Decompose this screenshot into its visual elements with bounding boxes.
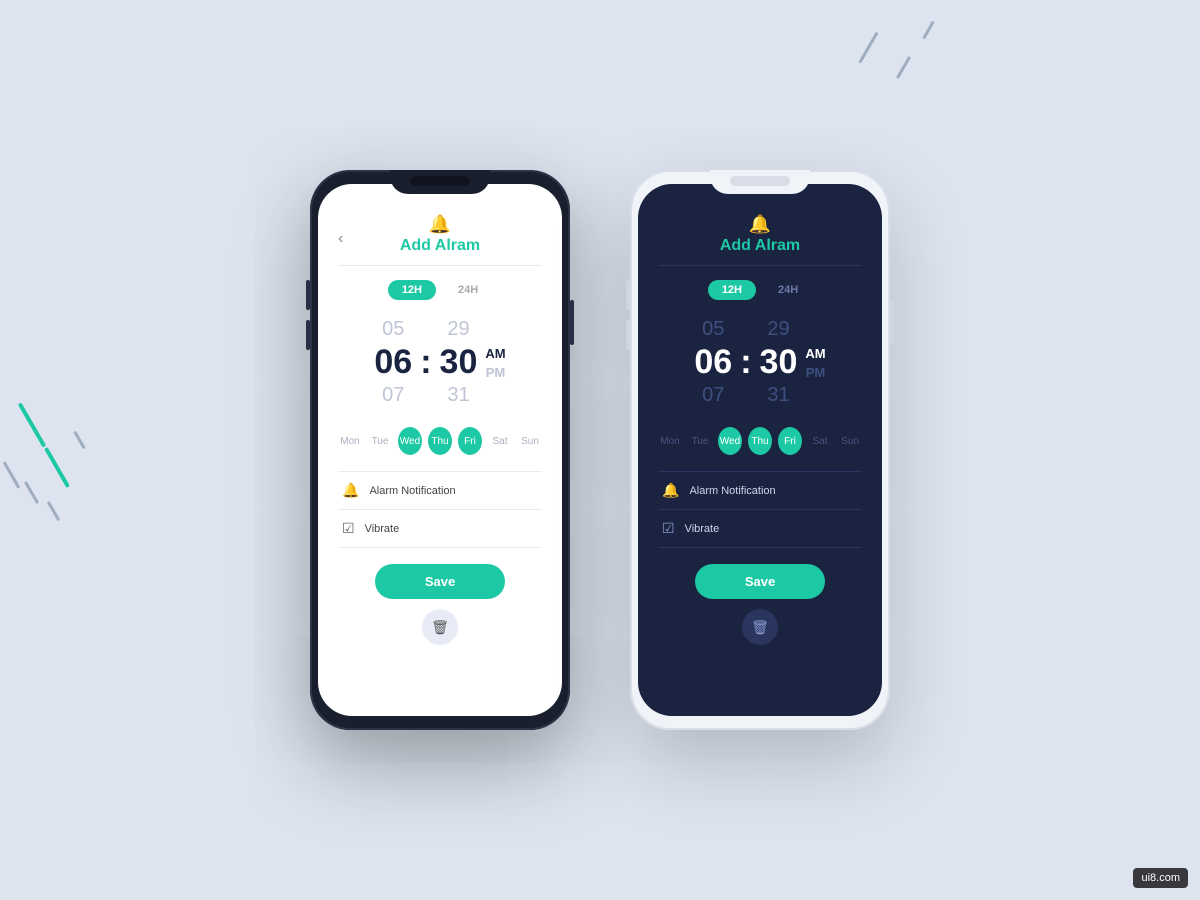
min-prev-light: 29 — [447, 318, 469, 341]
min-prev-dark: 29 — [767, 318, 789, 341]
bell-icon-dark: 🔔 — [662, 482, 679, 499]
24h-btn-light[interactable]: 24H — [444, 280, 492, 300]
phone-dark-shell: ‹ 🔔 Add Alram 12H 24H 05 06 07 — [310, 170, 570, 730]
vibrate-label-light: Vibrate — [365, 523, 400, 535]
12h-btn-dark[interactable]: 12H — [708, 280, 756, 300]
delete-button-light[interactable]: 🗑 — [422, 609, 458, 645]
12h-btn-light[interactable]: 12H — [388, 280, 436, 300]
save-button-dark[interactable]: Save — [695, 564, 825, 599]
colon-dark: : — [740, 343, 751, 382]
check-icon-light: ☑ — [342, 520, 355, 537]
power-btn-light — [890, 300, 894, 345]
alarm-notification-label-dark: Alarm Notification — [689, 485, 775, 497]
notch-light — [710, 170, 810, 194]
hour-col-dark: 05 06 07 — [694, 318, 732, 407]
notch-inner-light — [730, 176, 790, 186]
pm-text-dark[interactable]: PM — [806, 365, 826, 380]
app-header-light: ‹ 🔔 Add Alram — [338, 214, 542, 266]
hour-next-light: 07 — [382, 384, 404, 407]
notch-inner-dark — [410, 176, 470, 186]
am-text-dark[interactable]: AM — [805, 346, 825, 361]
am-text-light[interactable]: AM — [485, 346, 505, 361]
day-fri-dark[interactable]: Fri — [778, 427, 802, 455]
min-next-dark: 31 — [767, 384, 789, 407]
app-title-dark: Add Alram — [720, 237, 800, 255]
bell-icon-light: 🔔 — [342, 482, 359, 499]
days-row-dark: Mon Tue Wed Thu Fri Sat Sun — [658, 427, 862, 455]
day-tue-dark[interactable]: Tue — [688, 427, 712, 455]
app-header-dark: 🔔 Add Alram — [658, 214, 862, 266]
power-btn-dark — [570, 300, 574, 345]
phones-container: ‹ 🔔 Add Alram 12H 24H 05 06 07 — [310, 170, 890, 730]
header-divider-light — [338, 265, 542, 266]
hour-prev-light: 05 — [382, 318, 404, 341]
vibrate-row-dark[interactable]: ☑ Vibrate — [658, 510, 862, 548]
hour-prev-dark: 05 — [702, 318, 724, 341]
vibrate-label-dark: Vibrate — [685, 523, 720, 535]
ampm-col-light: AM PM — [485, 346, 505, 380]
min-next-light: 31 — [447, 384, 469, 407]
hour-curr-dark: 06 — [694, 343, 732, 382]
alarm-notification-row-dark[interactable]: 🔔 Alarm Notification — [658, 472, 862, 510]
vol-up-btn-light — [626, 280, 630, 310]
min-curr-light: 30 — [440, 343, 478, 382]
screen-light: ‹ 🔔 Add Alram 12H 24H 05 06 07 — [318, 184, 562, 716]
alarm-icon-light: 🔔 — [429, 214, 451, 235]
day-sun-dark[interactable]: Sun — [838, 427, 862, 455]
watermark: ui8.com — [1133, 868, 1188, 888]
min-curr-dark: 30 — [760, 343, 798, 382]
min-col-light: 29 30 31 — [440, 318, 478, 407]
format-toggle-dark: 12H 24H — [708, 280, 812, 300]
back-button-light[interactable]: ‹ — [338, 230, 343, 248]
hour-next-dark: 07 — [702, 384, 724, 407]
app-title-light: Add Alram — [400, 237, 480, 255]
day-thu-dark[interactable]: Thu — [748, 427, 772, 455]
day-mon-light[interactable]: Mon — [338, 427, 362, 455]
alarm-icon-dark: 🔔 — [749, 214, 771, 235]
day-wed-light[interactable]: Wed — [398, 427, 422, 455]
day-tue-light[interactable]: Tue — [368, 427, 392, 455]
time-picker-dark: 05 06 07 : 29 30 31 AM PM — [694, 318, 825, 407]
phone-light-shell: 🔔 Add Alram 12H 24H 05 06 07 — [630, 170, 890, 730]
vol-up-btn-dark — [306, 280, 310, 310]
colon-light: : — [420, 343, 431, 382]
check-icon-dark: ☑ — [662, 520, 675, 537]
hour-col-light: 05 06 07 — [374, 318, 412, 407]
time-picker-light: 05 06 07 : 29 30 31 AM PM — [374, 318, 505, 407]
save-button-light[interactable]: Save — [375, 564, 505, 599]
header-divider-dark — [658, 265, 862, 266]
day-sat-dark[interactable]: Sat — [808, 427, 832, 455]
vol-dn-btn-dark — [306, 320, 310, 350]
24h-btn-dark[interactable]: 24H — [764, 280, 812, 300]
days-row-light: Mon Tue Wed Thu Fri Sat Sun — [338, 427, 542, 455]
alarm-notification-row-light[interactable]: 🔔 Alarm Notification — [338, 472, 542, 510]
screen-dark: 🔔 Add Alram 12H 24H 05 06 07 — [638, 184, 882, 716]
day-thu-light[interactable]: Thu — [428, 427, 452, 455]
ampm-col-dark: AM PM — [805, 346, 825, 380]
vibrate-row-light[interactable]: ☑ Vibrate — [338, 510, 542, 548]
pm-text-light[interactable]: PM — [486, 365, 506, 380]
day-wed-dark[interactable]: Wed — [718, 427, 742, 455]
format-toggle-light: 12H 24H — [388, 280, 492, 300]
day-sat-light[interactable]: Sat — [488, 427, 512, 455]
notch-dark — [390, 170, 490, 194]
day-fri-light[interactable]: Fri — [458, 427, 482, 455]
app-content-dark: 🔔 Add Alram 12H 24H 05 06 07 — [638, 184, 882, 716]
hour-curr-light: 06 — [374, 343, 412, 382]
delete-button-dark[interactable]: 🗑 — [742, 609, 778, 645]
day-mon-dark[interactable]: Mon — [658, 427, 682, 455]
min-col-dark: 29 30 31 — [760, 318, 798, 407]
app-content-light: ‹ 🔔 Add Alram 12H 24H 05 06 07 — [318, 184, 562, 716]
day-sun-light[interactable]: Sun — [518, 427, 542, 455]
vol-dn-btn-light — [626, 320, 630, 350]
alarm-notification-label-light: Alarm Notification — [369, 485, 455, 497]
